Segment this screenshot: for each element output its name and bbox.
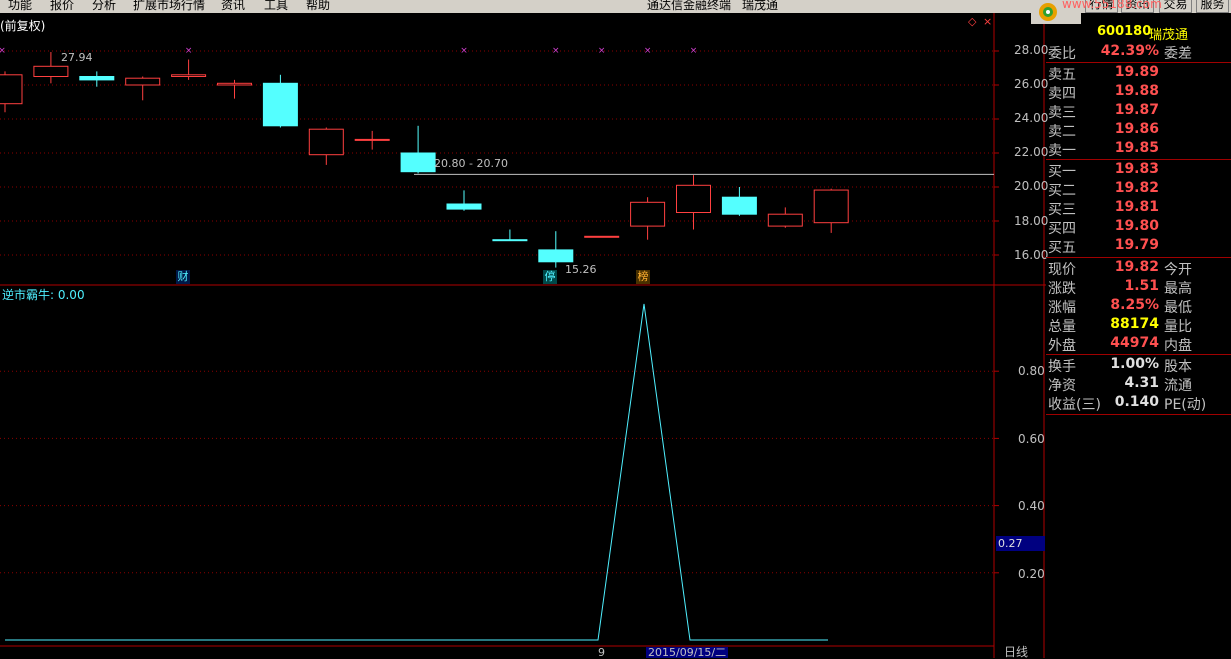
indicator-current-value: 0.27 xyxy=(996,536,1045,551)
period-label[interactable]: 日线 xyxy=(1004,646,1028,658)
badge-halt[interactable]: 停 xyxy=(543,270,557,284)
candle-body xyxy=(492,239,528,242)
stat-row: 外盘 44974 内盘 xyxy=(1048,335,1192,354)
tab-trade[interactable]: 交易 xyxy=(1159,0,1192,13)
price-tick: 28.00 xyxy=(1014,43,1049,57)
candle-body xyxy=(125,77,161,86)
menu-extended-market[interactable]: 扩展市场行情 xyxy=(133,0,205,13)
app-title: 通达信金融终端 xyxy=(647,0,732,12)
candle-body xyxy=(33,65,69,78)
window-title: (前复权) xyxy=(0,19,46,33)
high-label: 27.94 xyxy=(61,51,93,64)
candle-body xyxy=(813,189,849,224)
weibi-row: 委比 42.39% 委差 xyxy=(1048,43,1192,62)
candle-body xyxy=(171,74,207,78)
candle-body xyxy=(721,196,757,215)
event-marker: × xyxy=(460,46,468,56)
indicator-tick: 0.80 xyxy=(1018,364,1045,378)
buy-row[interactable]: 买三 19.81 xyxy=(1048,199,1231,218)
range-label: 20.80 - 20.70 xyxy=(434,157,508,170)
fund-row: 净资 4.31 流通 xyxy=(1048,375,1192,394)
event-marker: × xyxy=(690,46,698,56)
candle-body xyxy=(538,249,574,263)
candle-body xyxy=(400,152,436,173)
event-marker: × xyxy=(185,46,193,56)
stock-title: 瑞茂通 xyxy=(742,0,779,12)
sell-row[interactable]: 卖四 19.88 xyxy=(1048,83,1231,102)
candle-body xyxy=(262,82,298,127)
sell-row[interactable]: 卖二 19.86 xyxy=(1048,121,1231,140)
price-tick: 26.00 xyxy=(1014,77,1049,91)
buy-row[interactable]: 买五 19.79 xyxy=(1048,237,1231,256)
menu-function[interactable]: 功能 xyxy=(8,0,32,13)
candle-body xyxy=(767,213,803,227)
bar-index: 9 xyxy=(598,646,605,659)
badge-list[interactable]: 榜 xyxy=(636,270,650,284)
sell-row[interactable]: 卖三 19.87 xyxy=(1048,102,1231,121)
buy-row[interactable]: 买四 19.80 xyxy=(1048,218,1231,237)
candle-body xyxy=(446,203,482,210)
close-icon[interactable]: × xyxy=(983,15,992,28)
sell-row[interactable]: 卖五 19.89 xyxy=(1048,64,1231,83)
menu-help[interactable]: 帮助 xyxy=(306,0,330,13)
buy-row[interactable]: 买一 19.83 xyxy=(1048,161,1231,180)
menu-quote[interactable]: 报价 xyxy=(50,0,74,13)
menu-tools[interactable]: 工具 xyxy=(264,0,288,13)
divider xyxy=(1046,257,1231,258)
indicator-line xyxy=(5,303,828,641)
divider xyxy=(1046,414,1231,415)
fund-row: 换手 1.00% 股本 xyxy=(1048,356,1192,375)
buy-row[interactable]: 买二 19.82 xyxy=(1048,180,1231,199)
stat-row: 涨跌 1.51 最高 xyxy=(1048,278,1192,297)
tab-service[interactable]: 服务 xyxy=(1196,0,1229,13)
stock-name: 瑞茂通 xyxy=(1149,28,1189,43)
divider xyxy=(1046,354,1231,355)
candle-body xyxy=(217,82,252,86)
indicator-tick: 0.60 xyxy=(1018,432,1045,446)
fund-row: 收益(三) 0.140 PE(动) xyxy=(1048,394,1207,413)
event-marker: × xyxy=(644,46,652,56)
candle-body xyxy=(676,184,711,214)
divider xyxy=(1046,159,1231,160)
badge-finance[interactable]: 财 xyxy=(176,270,190,284)
low-label: 15.26 xyxy=(565,263,597,276)
event-marker: × xyxy=(552,46,560,56)
stock-code: 600180 xyxy=(1097,24,1152,39)
price-tick: 20.00 xyxy=(1014,179,1049,193)
candle-body xyxy=(0,74,23,105)
diamond-icon[interactable]: ◇ xyxy=(968,15,976,28)
chart-canvas[interactable]: × × × × × × × xyxy=(0,0,1231,658)
menu-news[interactable]: 资讯 xyxy=(221,0,245,13)
indicator-tick: 0.40 xyxy=(1018,499,1045,513)
indicator-title: 逆市霸牛: 0.00 xyxy=(2,288,85,302)
price-tick: 22.00 xyxy=(1014,145,1049,159)
price-tick: 24.00 xyxy=(1014,111,1049,125)
stat-row: 涨幅 8.25% 最低 xyxy=(1048,297,1192,316)
event-marker: × xyxy=(0,46,6,56)
candle-body xyxy=(308,128,344,156)
stat-row: 现价 19.82 今开 xyxy=(1048,259,1192,278)
menu-analysis[interactable]: 分析 xyxy=(92,0,116,13)
event-marker: × xyxy=(598,46,606,56)
sell-row[interactable]: 卖一 19.85 xyxy=(1048,140,1231,159)
stat-row: 总量 88174 量比 xyxy=(1048,316,1192,335)
candle-body xyxy=(79,76,115,81)
divider xyxy=(1046,62,1231,63)
price-tick: 16.00 xyxy=(1014,248,1049,262)
candle-body xyxy=(630,201,666,227)
indicator-tick: 0.20 xyxy=(1018,567,1045,581)
candle-body xyxy=(354,138,390,141)
price-tick: 18.00 xyxy=(1014,214,1049,228)
date-cursor: 2015/09/15/二 xyxy=(646,646,729,659)
candle-body xyxy=(584,235,620,238)
watermark: www.55188.com xyxy=(1062,0,1162,11)
